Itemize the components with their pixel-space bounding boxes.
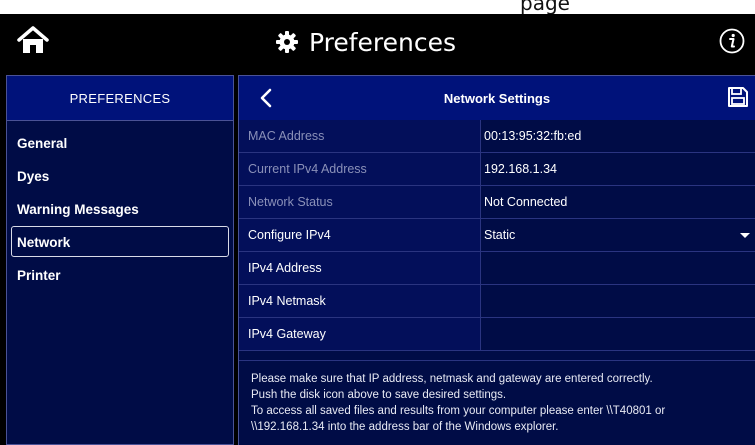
row-current-ipv4: Current IPv4 Address 192.168.1.34: [239, 153, 755, 186]
page-title-group: Preferences: [0, 14, 755, 70]
sidebar-item-dyes[interactable]: Dyes: [11, 160, 229, 191]
row-ipv4-gateway: IPv4 Gateway: [239, 318, 755, 351]
ipv4-gateway-field[interactable]: [481, 318, 755, 350]
preferences-sidebar: PREFERENCES General Dyes Warning Message…: [6, 75, 234, 445]
configure-ipv4-label: Configure IPv4: [239, 219, 481, 251]
ipv4-address-label: IPv4 Address: [239, 252, 481, 284]
current-ipv4-value: 192.168.1.34: [484, 162, 557, 176]
panel-header: Network Settings: [239, 76, 755, 120]
help-note-line: \\192.168.1.34 into the address bar of t…: [251, 421, 559, 433]
configure-ipv4-selected: Static: [484, 228, 516, 242]
top-strip: page: [0, 0, 755, 14]
save-button[interactable]: [727, 86, 749, 108]
row-configure-ipv4: Configure IPv4 Static: [239, 219, 755, 252]
panel-title: Network Settings: [443, 90, 551, 106]
sidebar-heading: PREFERENCES: [7, 76, 233, 121]
help-note-line: To access all saved files and results fr…: [251, 405, 666, 417]
row-ipv4-address: IPv4 Address: [239, 252, 755, 285]
chevron-left-icon: [260, 88, 272, 108]
configure-ipv4-select[interactable]: Static: [481, 219, 755, 251]
ipv4-gateway-label: IPv4 Gateway: [239, 318, 481, 350]
row-network-status: Network Status Not Connected: [239, 186, 755, 219]
network-status-value: Not Connected: [484, 195, 568, 209]
mac-address-value: 00:13:95:32:fb:ed: [484, 129, 582, 143]
sidebar-list: General Dyes Warning Messages Network Pr…: [7, 121, 233, 290]
sidebar-item-warning-messages[interactable]: Warning Messages: [11, 193, 229, 224]
mac-address-label: MAC Address: [239, 120, 481, 152]
gear-icon: [275, 31, 298, 53]
help-note: Please make sure that IP address, netmas…: [239, 360, 755, 435]
sidebar-item-network[interactable]: Network: [11, 226, 229, 257]
ipv4-netmask-label: IPv4 Netmask: [239, 285, 481, 317]
sidebar-item-printer[interactable]: Printer: [11, 259, 229, 290]
home-icon: [17, 26, 49, 53]
caret-down-icon: [740, 233, 750, 238]
ipv4-address-field[interactable]: [481, 252, 755, 284]
page-title: Preferences: [308, 27, 457, 57]
sidebar-item-general[interactable]: General: [11, 127, 229, 158]
back-button[interactable]: [259, 88, 273, 108]
floppy-disk-icon: [728, 87, 748, 107]
help-note-line: Please make sure that IP address, netmas…: [251, 373, 653, 385]
network-status-label: Network Status: [239, 186, 481, 218]
overflow-text: page: [520, 0, 570, 14]
ipv4-netmask-field[interactable]: [481, 285, 755, 317]
info-button[interactable]: [719, 28, 745, 54]
title-bar: Preferences: [0, 14, 755, 70]
row-mac-address: MAC Address 00:13:95:32:fb:ed: [239, 120, 755, 153]
info-icon: [719, 28, 745, 54]
current-ipv4-label: Current IPv4 Address: [239, 153, 481, 185]
row-ipv4-netmask: IPv4 Netmask: [239, 285, 755, 318]
help-note-line: Push the disk icon above to save desired…: [251, 389, 507, 401]
settings-table: MAC Address 00:13:95:32:fb:ed Current IP…: [239, 120, 755, 351]
home-button[interactable]: [16, 26, 50, 56]
network-settings-panel: Network Settings MAC Address 00:13:95:32…: [238, 75, 755, 445]
